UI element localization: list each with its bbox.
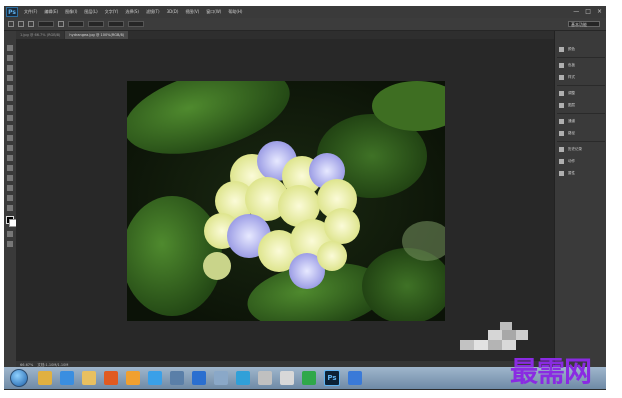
feather-field[interactable] [38, 21, 54, 27]
computer-icon[interactable] [170, 371, 184, 385]
options-bar: 基本功能 [4, 18, 606, 31]
swatches-icon [559, 62, 564, 68]
panel-divider [557, 141, 605, 142]
adjustments-icon [559, 90, 564, 96]
layers-icon [559, 102, 564, 108]
mode-icon-2[interactable] [28, 21, 34, 27]
properties-icon [559, 170, 564, 176]
ie-icon[interactable] [60, 371, 74, 385]
actions-icon [559, 158, 564, 164]
bird-app-icon[interactable] [148, 371, 162, 385]
menu-file[interactable]: 文件(F) [24, 9, 37, 15]
right-panel-dock: 颜色 色板 样式 调整 图层 通道 路径 历史记录 动作 属性 [554, 31, 606, 376]
menu-bar: Ps 文件(F) 编辑(E) 图像(I) 图层(L) 文字(Y) 选择(S) 滤… [4, 6, 606, 18]
panel-divider [557, 57, 605, 58]
canvas-area[interactable] [16, 39, 554, 361]
panel-color[interactable]: 颜色 [559, 45, 575, 53]
menu-help[interactable]: 帮助(H) [228, 9, 242, 15]
photoshop-taskbar-icon[interactable]: Ps [324, 370, 340, 386]
grid-app-icon[interactable] [192, 371, 206, 385]
menu-layer[interactable]: 图层(L) [84, 9, 97, 15]
tool-app-icon[interactable] [258, 371, 272, 385]
blur-tool-icon[interactable] [7, 165, 13, 171]
menu-edit[interactable]: 编辑(E) [44, 9, 58, 15]
panel-properties[interactable]: 属性 [559, 169, 575, 177]
panel-actions[interactable]: 动作 [559, 157, 575, 165]
panel-adjustments[interactable]: 调整 [559, 89, 575, 97]
history-icon [559, 146, 564, 152]
menu-image[interactable]: 图像(I) [65, 9, 77, 15]
workspace-select[interactable]: 基本功能 [568, 21, 600, 27]
window-controls: — □ × [567, 8, 602, 16]
folder-icon[interactable] [82, 371, 96, 385]
panel-divider [557, 85, 605, 86]
quick-select-tool-icon[interactable] [7, 75, 13, 81]
mode-icon[interactable] [18, 21, 24, 27]
move-tool-icon[interactable] [7, 45, 13, 51]
panel-layers[interactable]: 图层 [559, 101, 575, 109]
eyedropper-tool-icon[interactable] [7, 95, 13, 101]
healing-tool-icon[interactable] [7, 105, 13, 111]
document-image[interactable] [127, 81, 445, 321]
panel-history[interactable]: 历史记录 [559, 145, 582, 153]
screen-mode-icon[interactable] [7, 241, 13, 247]
network-app-icon[interactable] [236, 371, 250, 385]
start-button[interactable] [10, 369, 28, 387]
ps-logo-icon: Ps [6, 7, 18, 17]
minimize-button[interactable]: — [573, 8, 579, 16]
menu-view[interactable]: 视图(V) [185, 9, 199, 15]
height-field[interactable] [108, 21, 124, 27]
paths-icon [559, 130, 564, 136]
menu-type[interactable]: 文字(Y) [105, 9, 119, 15]
menu-window[interactable]: 窗口(W) [206, 9, 221, 15]
antialias-checkbox[interactable] [58, 21, 64, 27]
panel-channels[interactable]: 通道 [559, 117, 575, 125]
maximize-button[interactable]: □ [585, 8, 591, 16]
tab-document-2[interactable]: hydrangea.jpg @ 100%(RGB/8) [65, 31, 129, 39]
lasso-tool-icon[interactable] [7, 65, 13, 71]
panel-paths[interactable]: 路径 [559, 129, 575, 137]
document-tabs: 1.jpg @ 66.7% (RGB/8) hydrangea.jpg @ 10… [16, 31, 554, 39]
notepad-icon[interactable] [280, 371, 294, 385]
hand-tool-icon[interactable] [7, 205, 13, 211]
crop-tool-icon[interactable] [7, 85, 13, 91]
green-app-icon[interactable] [302, 371, 316, 385]
menu-filter[interactable]: 滤镜(T) [146, 9, 160, 15]
tab-document-1[interactable]: 1.jpg @ 66.7% (RGB/8) [16, 31, 65, 39]
channels-icon [559, 118, 564, 124]
history-brush-tool-icon[interactable] [7, 135, 13, 141]
styles-icon [559, 74, 564, 80]
type-tool-icon[interactable] [7, 195, 13, 201]
menu-items: 文件(F) 编辑(E) 图像(I) 图层(L) 文字(Y) 选择(S) 滤镜(T… [24, 9, 249, 15]
menu-select[interactable]: 选择(S) [125, 9, 139, 15]
tool-preset-icon[interactable] [8, 21, 14, 27]
document-app-icon[interactable] [214, 371, 228, 385]
explorer-icon[interactable] [38, 371, 52, 385]
panel-divider [557, 113, 605, 114]
stamp-tool-icon[interactable] [7, 125, 13, 131]
quick-mask-icon[interactable] [7, 231, 13, 237]
gradient-tool-icon[interactable] [7, 155, 13, 161]
menu-3d[interactable]: 3D(D) [167, 9, 179, 15]
style-select[interactable] [68, 21, 84, 27]
close-button[interactable]: × [597, 8, 602, 16]
firefox-icon[interactable] [104, 371, 118, 385]
panel-styles[interactable]: 样式 [559, 73, 575, 81]
color-panel-icon [559, 46, 564, 52]
blue-app-icon[interactable] [348, 371, 362, 385]
dodge-tool-icon[interactable] [7, 175, 13, 181]
media-player-icon[interactable] [126, 371, 140, 385]
eraser-tool-icon[interactable] [7, 145, 13, 151]
refine-edge-button[interactable] [128, 21, 144, 27]
width-field[interactable] [88, 21, 104, 27]
panel-swatches[interactable]: 色板 [559, 61, 575, 69]
watermark-text: 最需网 [510, 355, 592, 388]
pen-tool-icon[interactable] [7, 185, 13, 191]
brush-tool-icon[interactable] [7, 115, 13, 121]
marquee-tool-icon[interactable] [7, 55, 13, 61]
